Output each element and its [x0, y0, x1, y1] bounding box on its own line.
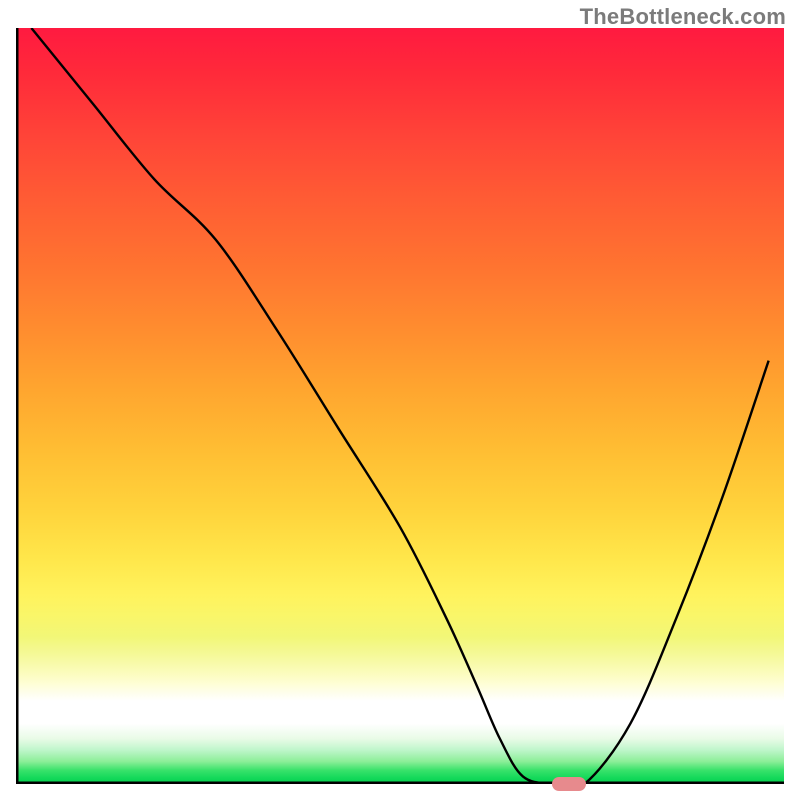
watermark-text: TheBottleneck.com [580, 4, 786, 30]
chart-marker [552, 777, 586, 791]
gradient-background [16, 28, 784, 784]
chart-frame [16, 28, 784, 784]
plot-area [16, 28, 784, 784]
